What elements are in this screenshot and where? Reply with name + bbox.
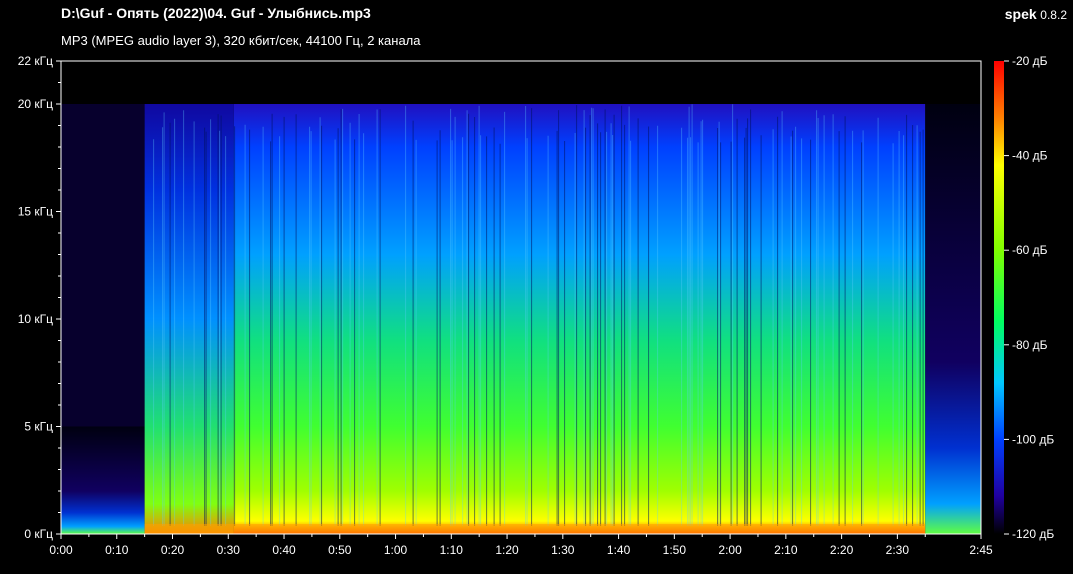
x-tick-label: 0:30 <box>217 543 241 557</box>
y-tick-label: 22 кГц <box>18 54 53 68</box>
x-tick-label: 1:50 <box>663 543 687 557</box>
x-tick-label: 1:20 <box>495 543 519 557</box>
y-tick-label: 15 кГц <box>18 205 53 219</box>
color-scale-label: -120 дБ <box>1012 527 1054 541</box>
x-tick-label: 2:10 <box>774 543 798 557</box>
y-tick-label: 20 кГц <box>18 97 53 111</box>
x-tick-label: 2:30 <box>886 543 910 557</box>
x-tick-label: 2:20 <box>830 543 854 557</box>
x-tick-label: 1:00 <box>384 543 408 557</box>
y-axis: 0 кГц 5 кГц 10 кГц 15 кГц 20 кГц 22 кГц <box>18 54 61 541</box>
plot-area <box>60 60 982 535</box>
y-tick-label: 0 кГц <box>24 527 53 541</box>
color-scale-label: -20 дБ <box>1012 54 1048 68</box>
color-scale-bar <box>994 61 1004 534</box>
spectrogram-segment-faint <box>61 104 145 427</box>
spectrogram-chart: 0:00 0:10 0:20 0:30 0:40 0:50 1:00 1:10 1:20 1:30… <box>18 54 1055 557</box>
x-tick-label: 0:20 <box>161 543 185 557</box>
x-tick-label: 1:40 <box>607 543 631 557</box>
color-scale-label: -60 дБ <box>1012 243 1048 257</box>
low-frequency-band <box>144 524 926 534</box>
color-scale-label: -80 дБ <box>1012 338 1048 352</box>
x-tick-label: 0:50 <box>328 543 352 557</box>
spectrogram-segment <box>61 426 145 534</box>
x-tick-label: 0:10 <box>105 543 129 557</box>
x-tick-label: 0:40 <box>272 543 296 557</box>
y-tick-label: 5 кГц <box>24 420 53 434</box>
x-tick-label: 2:00 <box>718 543 742 557</box>
db-color-scale: -20 дБ -40 дБ -60 дБ -80 дБ -100 дБ -120 дБ <box>994 54 1054 541</box>
spectrogram-segment <box>925 104 981 534</box>
color-scale-label: -100 дБ <box>1012 432 1054 446</box>
y-tick-label: 10 кГц <box>18 312 53 326</box>
x-tick-label: 1:10 <box>440 543 464 557</box>
color-scale-label: -40 дБ <box>1012 149 1048 163</box>
x-tick-label: 1:30 <box>551 543 575 557</box>
spectrogram-segment <box>233 104 926 534</box>
x-tick-label: 0:00 <box>49 543 73 557</box>
spectrogram-segment <box>144 104 234 534</box>
x-tick-label: 2:45 <box>969 543 993 557</box>
x-axis: 0:00 0:10 0:20 0:30 0:40 0:50 1:00 1:10 1:20 1:30… <box>49 534 993 557</box>
